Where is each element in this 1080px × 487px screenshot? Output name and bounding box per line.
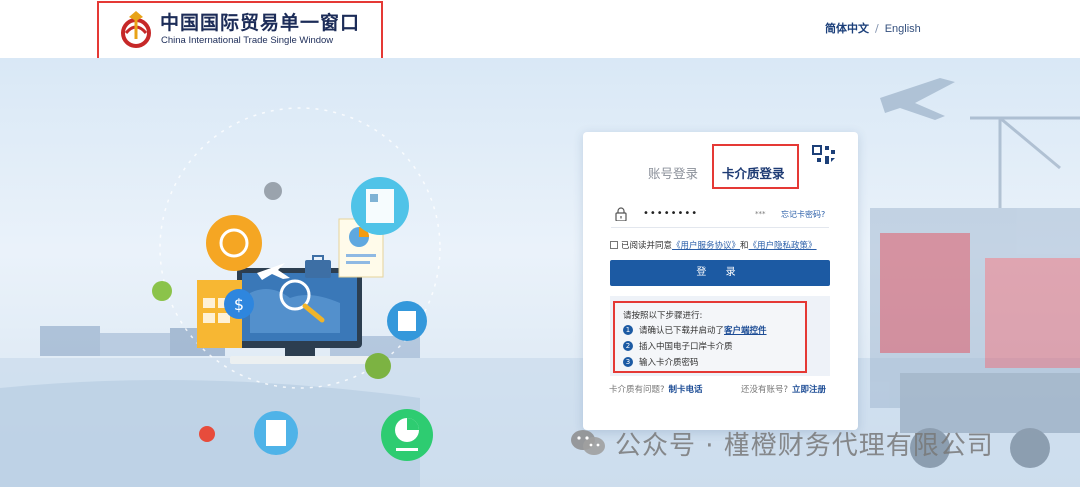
hero-illustration: $ (0, 78, 1080, 487)
steps-title: 请按照以下步骤进行: (623, 311, 703, 321)
show-password-icon[interactable]: *** (755, 210, 766, 218)
lang-option-english[interactable]: English (885, 23, 921, 35)
register-link[interactable]: 立即注册 (792, 385, 826, 395)
lock-icon (615, 207, 627, 221)
qr-code-icon[interactable] (811, 144, 839, 172)
language-switcher: 简体中文 / English (825, 20, 921, 36)
step-item: 2 插入中国电子口岸卡介质 (623, 340, 733, 352)
card-phone-link[interactable]: 制卡电话 (669, 385, 703, 395)
wechat-icon (571, 430, 605, 455)
lang-separator: / (875, 22, 879, 35)
agreement-row: 已阅读并同意 《用户服务协议》 和 《用户隐私政策》 (610, 239, 817, 251)
register-prompt: 还没有账号? 立即注册 (741, 383, 826, 395)
agree-checkbox[interactable] (610, 241, 618, 249)
hero-background: $ (0, 58, 1080, 487)
service-agreement-link[interactable]: 《用户服务协议》 (672, 239, 740, 251)
step-number: 2 (623, 341, 633, 351)
tab-account-login[interactable]: 账号登录 (648, 163, 698, 182)
watermark-text: 公众号 · 槿橙财务代理有限公司 (615, 430, 994, 461)
logo-highlight-box (97, 1, 383, 63)
site-header: 中国国际贸易单一窗口 China International Trade Sin… (0, 0, 1080, 63)
login-button[interactable]: 登 录 (610, 260, 830, 286)
password-value: •••••••• (643, 208, 699, 219)
password-field[interactable]: •••••••• *** 忘记卡密码? (611, 202, 829, 228)
svg-text:$: $ (234, 295, 244, 314)
step-number: 1 (623, 325, 633, 335)
watermark: 公众号 · 槿橙财务代理有限公司 (569, 425, 994, 461)
agree-prefix: 已阅读并同意 (621, 241, 673, 251)
step-item: 3 输入卡介质密码 (623, 356, 699, 368)
lang-option-chinese[interactable]: 简体中文 (825, 22, 869, 35)
steps-highlight-box: 请按照以下步骤进行: 1 请确认已下载并启动了 客户端控件 2 插入中国电子口岸… (613, 301, 807, 373)
register-text: 还没有账号? (741, 385, 789, 395)
step-number: 3 (623, 357, 633, 367)
help-text: 卡介质有问题? (609, 385, 665, 395)
card-help: 卡介质有问题? 制卡电话 (609, 383, 703, 395)
step-text: 输入卡介质密码 (639, 358, 699, 368)
login-card: 账号登录 卡介质登录 •••••••• *** 忘记卡密码? 已阅读并同意 《用… (583, 132, 858, 430)
agree-and: 和 (740, 241, 749, 251)
step-text: 请确认已下载并启动了 (639, 326, 725, 336)
tab-card-highlight-box (712, 144, 799, 189)
forgot-password-link[interactable]: 忘记卡密码? (781, 209, 825, 220)
privacy-policy-link[interactable]: 《用户隐私政策》 (749, 239, 817, 251)
client-control-link[interactable]: 客户端控件 (724, 324, 767, 336)
step-item: 1 请确认已下载并启动了 客户端控件 (623, 324, 767, 336)
step-text: 插入中国电子口岸卡介质 (639, 342, 733, 352)
